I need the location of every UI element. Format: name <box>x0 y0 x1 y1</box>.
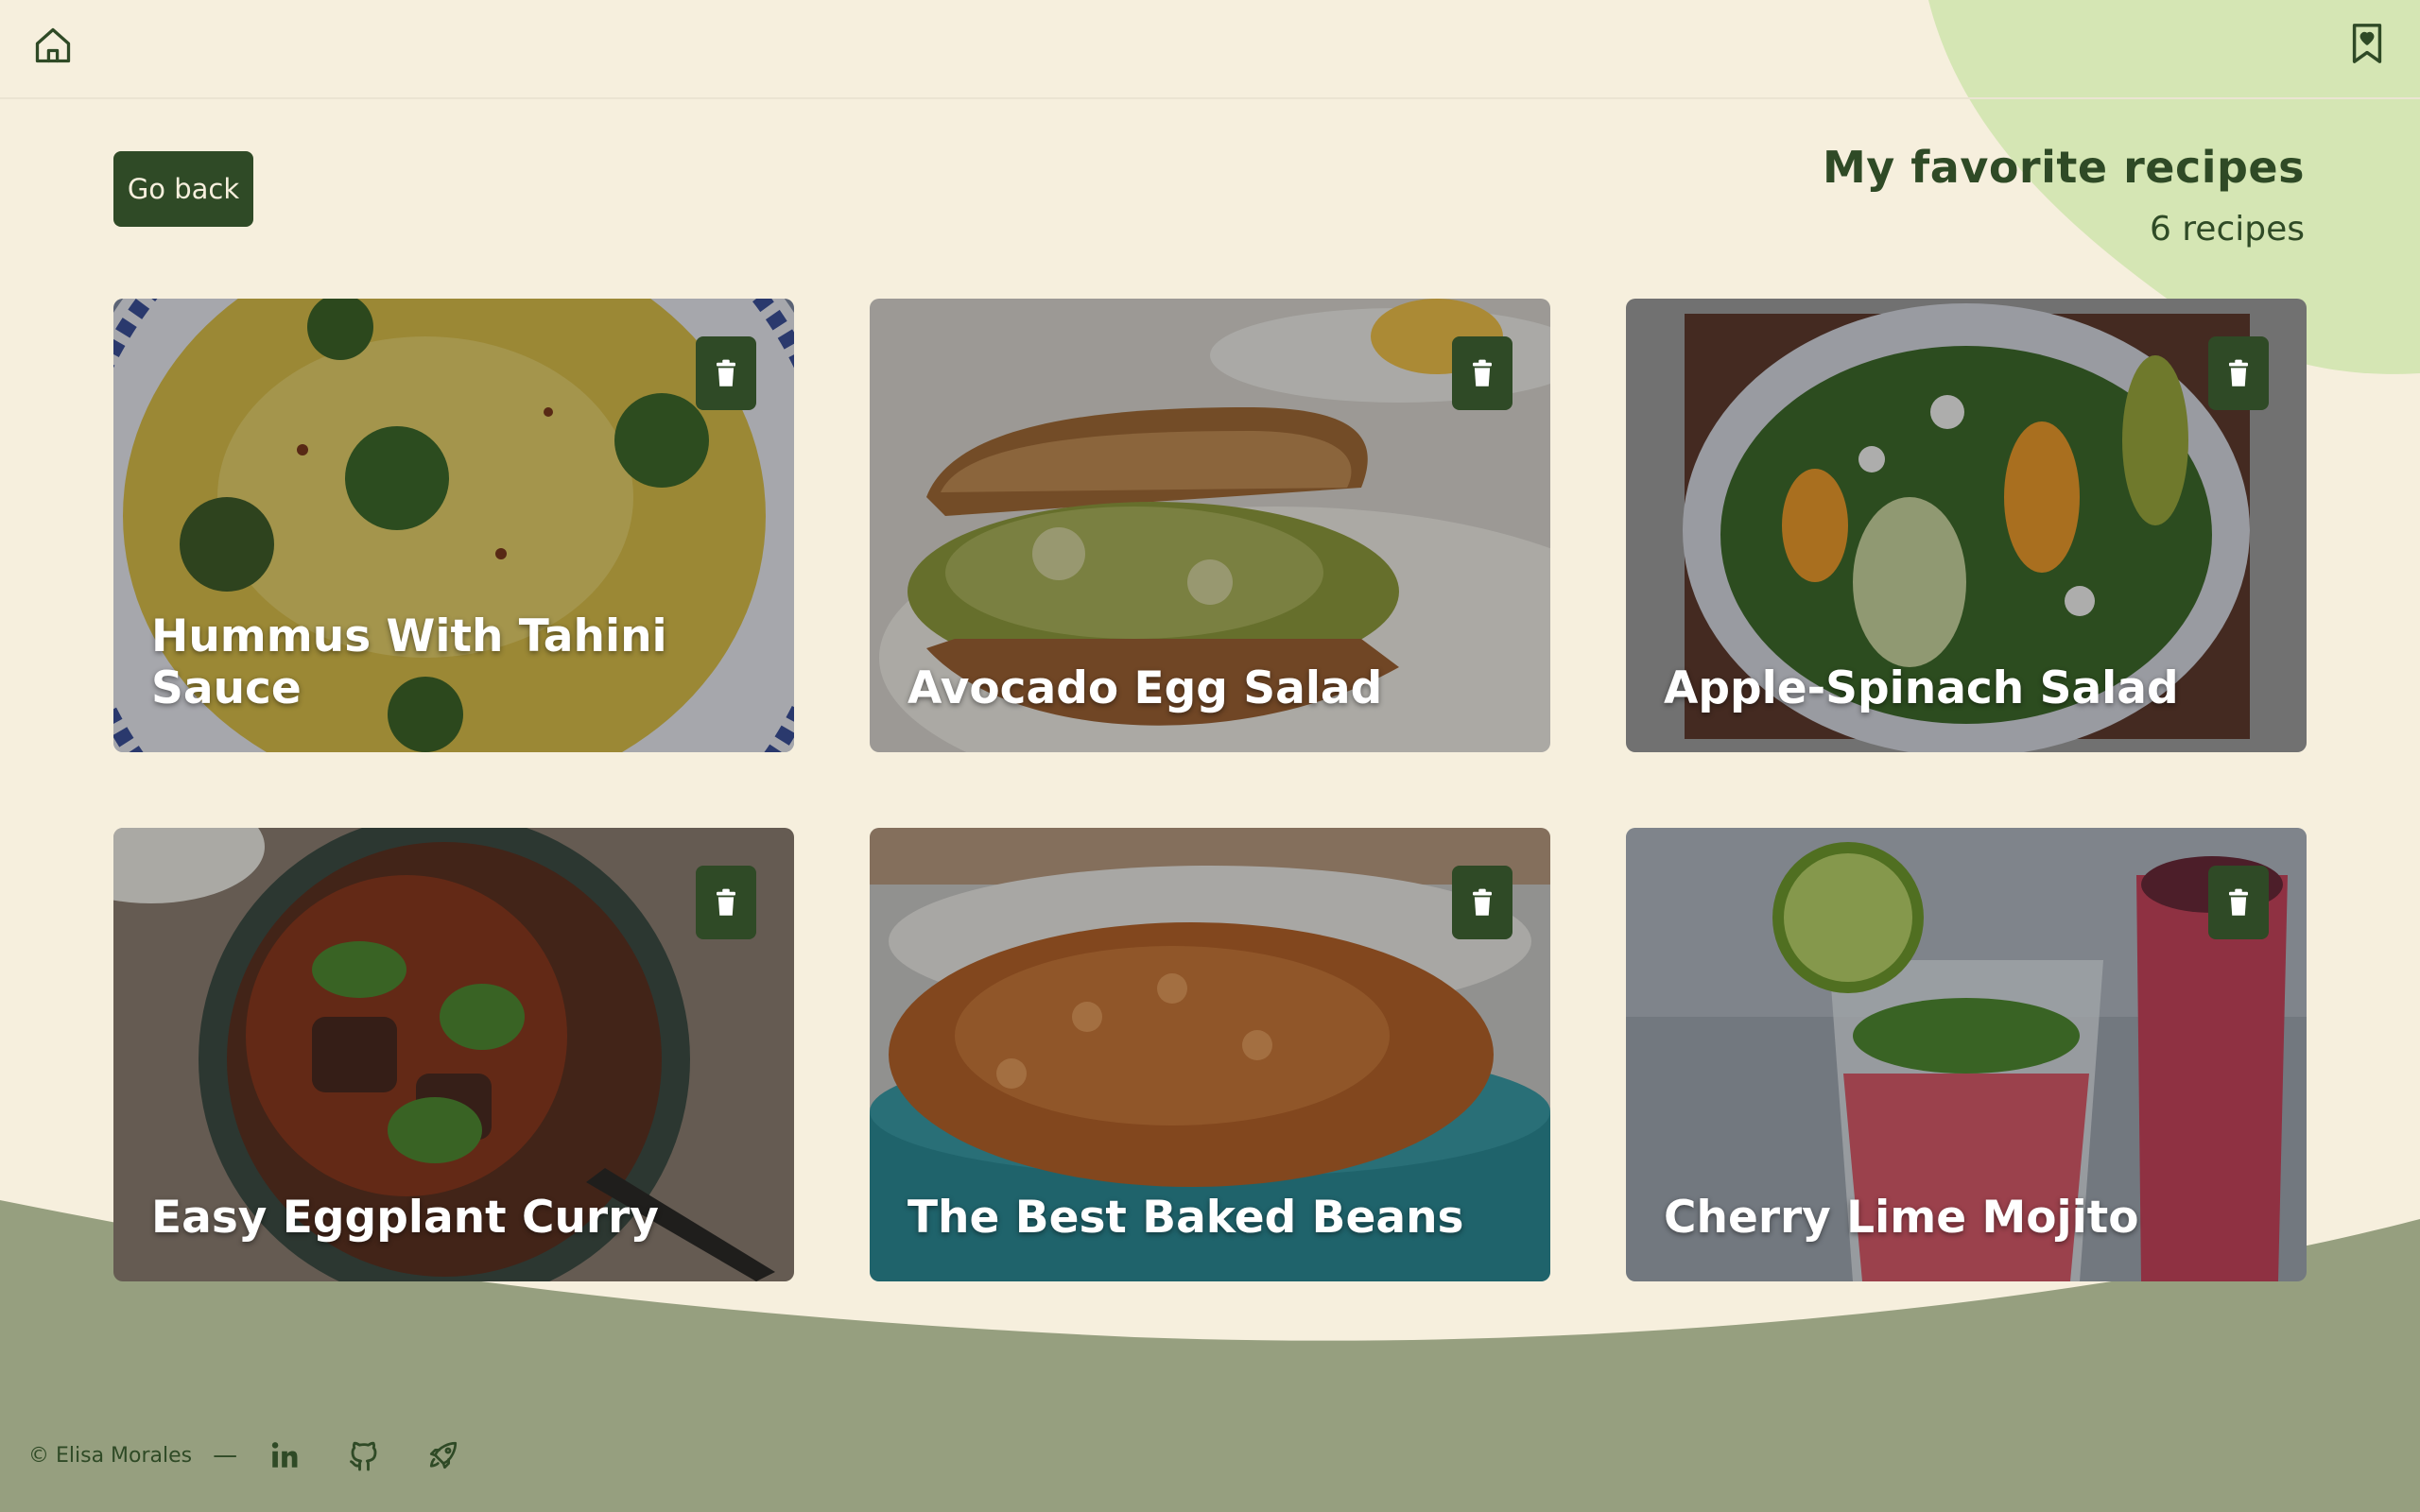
footer-separator: — <box>213 1441 238 1469</box>
delete-button[interactable] <box>1452 866 1512 939</box>
copyright-text: © Elisa Morales <box>28 1443 193 1468</box>
delete-button[interactable] <box>696 336 756 410</box>
recipe-grid: Hummus With Tahini Sauce Avocado Egg Sal… <box>113 299 2307 1281</box>
recipe-title: Cherry Lime Mojito <box>1664 1192 2139 1244</box>
recipe-title: Apple-Spinach Salad <box>1664 662 2179 714</box>
home-icon[interactable] <box>25 17 81 74</box>
delete-button[interactable] <box>2208 866 2269 939</box>
trash-icon <box>2229 888 2248 916</box>
go-back-button[interactable]: Go back <box>113 151 253 227</box>
recipe-card[interactable]: Hummus With Tahini Sauce <box>113 299 794 752</box>
recipe-card[interactable]: The Best Baked Beans <box>870 828 1550 1281</box>
delete-button[interactable] <box>2208 336 2269 410</box>
recipe-count: 6 recipes <box>2149 210 2305 249</box>
page-header: My favorite recipes 6 recipes <box>1823 142 2305 249</box>
trash-icon <box>717 888 735 916</box>
bookmark-heart-icon[interactable] <box>2339 15 2395 72</box>
recipe-title: Avocado Egg Salad <box>908 662 1383 714</box>
page-title: My favorite recipes <box>1823 142 2305 193</box>
trash-icon <box>1473 359 1492 387</box>
recipe-card[interactable]: Cherry Lime Mojito <box>1626 828 2307 1281</box>
recipe-card[interactable]: Easy Eggplant Curry <box>113 828 794 1281</box>
recipe-title: The Best Baked Beans <box>908 1192 1464 1244</box>
github-icon[interactable] <box>337 1429 390 1482</box>
trash-icon <box>717 359 735 387</box>
trash-icon <box>1473 888 1492 916</box>
recipe-title: Hummus With Tahini Sauce <box>151 610 667 714</box>
top-bar <box>0 0 2420 99</box>
rocket-icon[interactable] <box>417 1429 470 1482</box>
recipe-card[interactable]: Avocado Egg Salad <box>870 299 1550 752</box>
recipe-card[interactable]: Apple-Spinach Salad <box>1626 299 2307 752</box>
delete-button[interactable] <box>1452 336 1512 410</box>
delete-button[interactable] <box>696 866 756 939</box>
recipe-title: Easy Eggplant Curry <box>151 1192 659 1244</box>
trash-icon <box>2229 359 2248 387</box>
footer: © Elisa Morales — <box>28 1427 496 1484</box>
linkedin-icon[interactable] <box>258 1429 311 1482</box>
